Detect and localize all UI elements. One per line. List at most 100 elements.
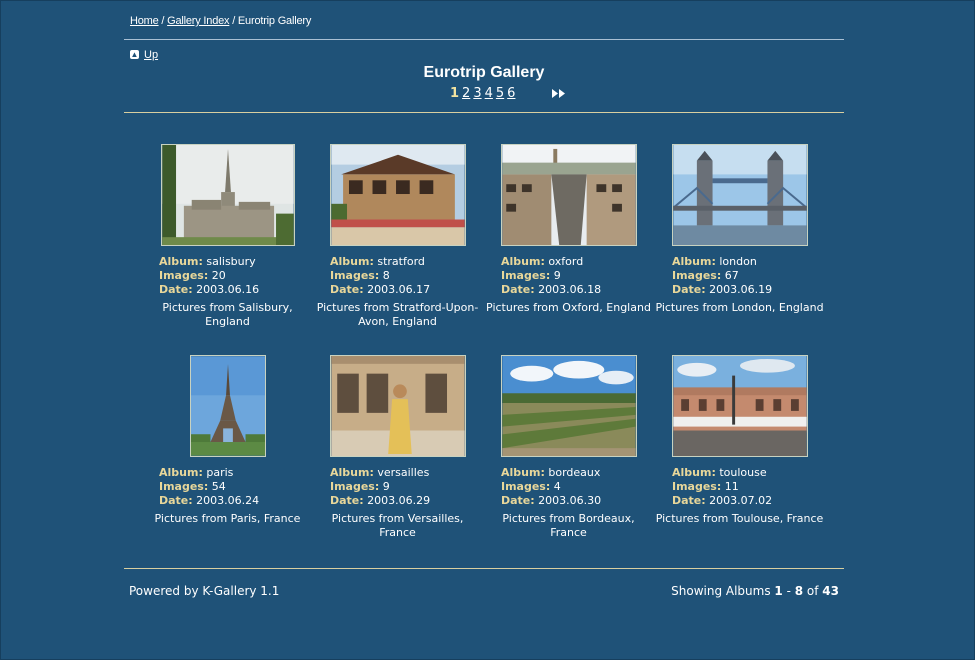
- album-card: Album: salisbury Images: 20 Date: 2003.0…: [142, 144, 313, 329]
- album-label: Album:: [159, 255, 203, 268]
- album-name: versailles: [377, 466, 430, 479]
- album-thumbnail-versailles[interactable]: [329, 355, 466, 457]
- date-row: Date: 2003.06.17: [330, 283, 483, 297]
- album-thumbnail-salisbury[interactable]: [160, 144, 295, 246]
- header-divider: [124, 39, 844, 40]
- album-date: 2003.06.18: [538, 283, 602, 296]
- album-thumbnail-stratford[interactable]: [329, 144, 466, 246]
- album-name-row: Album: versailles: [330, 466, 483, 480]
- images-label: Images:: [672, 480, 722, 493]
- album-label: Album:: [501, 466, 545, 479]
- images-label: Images:: [501, 480, 551, 493]
- breadcrumb: Home / Gallery Index / Eurotrip Gallery: [130, 15, 311, 27]
- range-separator: -: [782, 584, 795, 598]
- images-label: Images:: [501, 269, 551, 282]
- album-label: Album:: [330, 466, 374, 479]
- images-row: Images: 8: [330, 269, 483, 283]
- of-text: of: [803, 584, 823, 598]
- album-name-row: Album: oxford: [501, 255, 654, 269]
- album-description: Pictures from Bordeaux, France: [502, 512, 635, 539]
- images-row: Images: 20: [159, 269, 313, 283]
- album-name: paris: [206, 466, 234, 479]
- album-card: Album: london Images: 67 Date: 2003.06.1…: [654, 144, 825, 315]
- images-count: 54: [211, 480, 226, 493]
- date-label: Date:: [159, 494, 193, 507]
- album-date: 2003.06.29: [367, 494, 431, 507]
- album-label: Album:: [501, 255, 545, 268]
- date-row: Date: 2003.06.19: [672, 283, 825, 297]
- images-label: Images:: [159, 480, 209, 493]
- album-date: 2003.06.24: [196, 494, 260, 507]
- album-date: 2003.06.19: [709, 283, 773, 296]
- date-row: Date: 2003.06.30: [501, 494, 654, 508]
- images-row: Images: 9: [330, 480, 483, 494]
- date-label: Date:: [501, 283, 535, 296]
- images-label: Images:: [159, 269, 209, 282]
- images-count: 8: [382, 269, 390, 282]
- page-4-link[interactable]: 4: [485, 86, 493, 101]
- page-title: Eurotrip Gallery: [423, 64, 545, 81]
- album-thumbnail-london[interactable]: [671, 144, 808, 246]
- album-name-row: Album: bordeaux: [501, 466, 654, 480]
- images-row: Images: 67: [672, 269, 825, 283]
- footer-divider: [124, 568, 844, 569]
- total-albums: 43: [822, 584, 839, 598]
- page-6-link[interactable]: 6: [507, 86, 515, 101]
- album-thumbnail-toulouse[interactable]: [671, 355, 808, 457]
- album-card: Album: stratford Images: 8 Date: 2003.06…: [312, 144, 483, 329]
- breadcrumb-home-link[interactable]: Home: [130, 15, 159, 27]
- album-label: Album:: [159, 466, 203, 479]
- breadcrumb-separator: /: [229, 15, 238, 27]
- album-description: Pictures from London, England: [655, 301, 824, 314]
- album-name: toulouse: [719, 466, 767, 479]
- date-row: Date: 2003.07.02: [672, 494, 825, 508]
- date-row: Date: 2003.06.24: [159, 494, 313, 508]
- date-row: Date: 2003.06.29: [330, 494, 483, 508]
- date-row: Date: 2003.06.16: [159, 283, 313, 297]
- album-date: 2003.07.02: [709, 494, 773, 507]
- album-description: Pictures from Versailles, France: [331, 512, 464, 539]
- images-label: Images:: [672, 269, 722, 282]
- album-name-row: Album: salisbury: [159, 255, 313, 269]
- album-thumbnail-oxford[interactable]: [500, 144, 637, 246]
- album-thumbnail-bordeaux[interactable]: [500, 355, 637, 457]
- album-count-status: Showing Albums 1 - 8 of 43: [671, 584, 839, 598]
- up-arrow-icon[interactable]: ▲: [130, 50, 139, 59]
- album-label: Album:: [672, 255, 716, 268]
- album-name: stratford: [377, 255, 425, 268]
- album-name-row: Album: london: [672, 255, 825, 269]
- page-3-link[interactable]: 3: [473, 86, 481, 101]
- date-label: Date:: [672, 283, 706, 296]
- breadcrumb-current: Eurotrip Gallery: [237, 15, 312, 27]
- album-name: oxford: [548, 255, 584, 268]
- album-date: 2003.06.17: [367, 283, 431, 296]
- powered-by: Powered by K-Gallery 1.1: [129, 584, 280, 598]
- album-name-row: Album: stratford: [330, 255, 483, 269]
- range-end: 8: [794, 584, 804, 598]
- album-card: Album: versailles Images: 9 Date: 2003.0…: [312, 355, 483, 540]
- page-5-link[interactable]: 5: [496, 86, 504, 101]
- page-2-link[interactable]: 2: [462, 86, 470, 101]
- album-card: Album: toulouse Images: 11 Date: 2003.07…: [654, 355, 825, 526]
- album-name-row: Album: paris: [159, 466, 313, 480]
- images-label: Images:: [330, 269, 380, 282]
- pagination: 123456: [450, 86, 518, 101]
- date-label: Date:: [159, 283, 193, 296]
- album-date: 2003.06.16: [196, 283, 260, 296]
- up-link-container: ▲ Up: [130, 49, 158, 61]
- date-label: Date:: [501, 494, 535, 507]
- album-label: Album:: [672, 466, 716, 479]
- breadcrumb-gallery-index-link[interactable]: Gallery Index: [167, 15, 229, 27]
- album-date: 2003.06.30: [538, 494, 602, 507]
- up-link[interactable]: Up: [144, 49, 158, 61]
- images-count: 67: [724, 269, 739, 282]
- images-count: 20: [211, 269, 226, 282]
- album-card: Album: oxford Images: 9 Date: 2003.06.18…: [483, 144, 654, 315]
- images-count: 11: [724, 480, 739, 493]
- images-row: Images: 54: [159, 480, 313, 494]
- album-thumbnail-paris[interactable]: [189, 355, 266, 457]
- date-label: Date:: [672, 494, 706, 507]
- images-row: Images: 9: [501, 269, 654, 283]
- title-divider: [124, 112, 844, 113]
- next-page-icon[interactable]: [551, 89, 567, 98]
